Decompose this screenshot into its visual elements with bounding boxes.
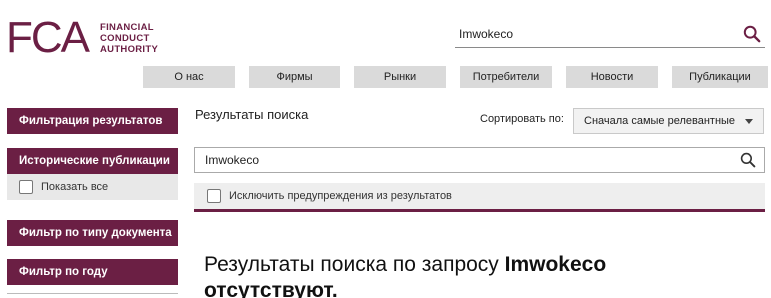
show-all-label: Показать все bbox=[41, 181, 109, 193]
main-nav: О нас Фирмы Рынки Потребители Новости Пу… bbox=[143, 66, 768, 88]
nav-item-publications[interactable]: Публикации bbox=[672, 66, 768, 88]
no-results-suffix: отсутствуют. bbox=[204, 279, 338, 298]
filter-results-header[interactable]: Фильтрация результатов bbox=[7, 108, 178, 134]
no-results-message: Результаты поиска по запросу Imwokeco отс… bbox=[204, 252, 724, 298]
sort-selected-value: Сначала самые релевантные bbox=[584, 115, 736, 127]
exclude-warnings-option: Исключить предупреждения из результатов bbox=[194, 183, 765, 212]
header-search bbox=[455, 22, 765, 48]
fca-logo[interactable]: FCA FINANCIAL CONDUCT AUTHORITY bbox=[6, 16, 158, 60]
exclude-warnings-checkbox[interactable] bbox=[207, 189, 221, 203]
historical-publications-header[interactable]: Исторические публикации bbox=[7, 148, 178, 174]
nav-item-consumers[interactable]: Потребители bbox=[460, 66, 552, 88]
chevron-down-icon bbox=[745, 119, 753, 124]
nav-item-news[interactable]: Новости bbox=[566, 66, 658, 88]
doc-type-filter-header[interactable]: Фильтр по типу документа bbox=[7, 220, 178, 246]
year-filter-header[interactable]: Фильтр по году bbox=[7, 259, 178, 285]
no-results-query: Imwokeco bbox=[504, 253, 607, 276]
logo-line-1: FINANCIAL bbox=[100, 21, 154, 33]
no-results-prefix: Результаты поиска по запросу bbox=[204, 253, 505, 276]
exclude-warnings-label: Исключить предупреждения из результатов bbox=[229, 190, 452, 202]
logo-mark: FCA bbox=[6, 13, 90, 62]
sort-dropdown[interactable]: Сначала самые релевантные bbox=[573, 108, 764, 134]
results-search bbox=[194, 147, 765, 173]
sort-label: Сортировать по: bbox=[480, 113, 564, 125]
show-all-option: Показать все bbox=[7, 174, 178, 200]
nav-item-about[interactable]: О нас bbox=[143, 66, 235, 88]
sidebar-divider bbox=[7, 293, 178, 294]
logo-text: FINANCIAL CONDUCT AUTHORITY bbox=[100, 22, 158, 55]
results-search-input[interactable] bbox=[195, 148, 725, 172]
logo-line-2: CONDUCT bbox=[100, 32, 150, 44]
header-search-input[interactable] bbox=[455, 22, 735, 46]
page-title: Результаты поиска bbox=[195, 107, 309, 122]
show-all-checkbox[interactable] bbox=[19, 180, 33, 194]
search-icon[interactable] bbox=[740, 152, 756, 168]
logo-line-3: AUTHORITY bbox=[100, 43, 159, 55]
nav-item-firms[interactable]: Фирмы bbox=[249, 66, 340, 88]
search-icon[interactable] bbox=[743, 25, 761, 43]
nav-item-markets[interactable]: Рынки bbox=[354, 66, 446, 88]
